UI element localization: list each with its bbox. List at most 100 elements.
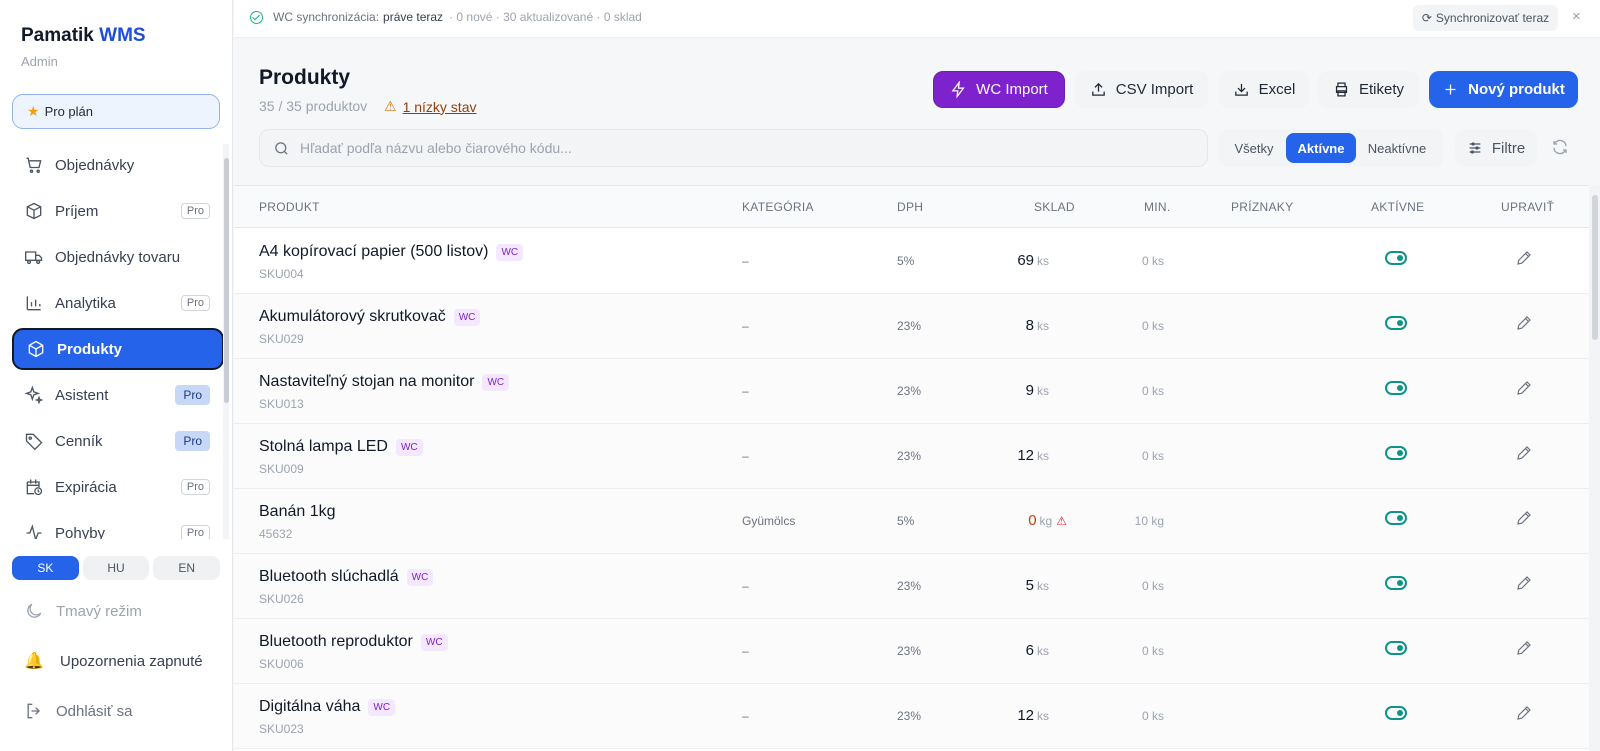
excel-export-button[interactable]: Excel	[1219, 71, 1309, 108]
refresh-button[interactable]	[1551, 138, 1571, 158]
labels-button[interactable]: Etikety	[1318, 71, 1419, 108]
plan-badge[interactable]: ★ Pro plán	[12, 94, 220, 129]
dark-mode-label: Tmavý režim	[56, 602, 142, 620]
table-scrollbar[interactable]	[1589, 185, 1600, 751]
close-icon[interactable]: ×	[1572, 8, 1581, 25]
search-icon	[275, 141, 288, 155]
sidebar-item-assistant[interactable]: Asistent Pro	[12, 374, 224, 416]
column-header-vat[interactable]: DPH	[897, 200, 923, 214]
product-sku: 45632	[259, 527, 293, 541]
app-name-part1: Pamatik	[21, 25, 94, 46]
sync-now-button[interactable]: ⟳ Synchronizovať teraz	[1413, 5, 1558, 31]
sidebar-scrollbar-thumb[interactable]	[224, 158, 229, 403]
sidebar-item-label: Analytika	[55, 294, 116, 312]
lang-en[interactable]: EN	[153, 556, 221, 580]
product-sku: SKU006	[259, 657, 304, 671]
edit-button[interactable]	[1515, 379, 1533, 397]
wc-import-button[interactable]: WC Import	[933, 71, 1065, 108]
logout-icon	[27, 703, 40, 719]
app-logo[interactable]: Pamatik WMS	[21, 25, 146, 47]
sidebar-item-orders[interactable]: Objednávky	[12, 144, 224, 186]
product-name: Banán 1kg	[259, 503, 336, 521]
sidebar-item-label: Príjem	[55, 202, 99, 220]
table-row[interactable]: A4 kopírovací papier (500 listov) WC SKU0…	[234, 229, 1589, 294]
table-row[interactable]: Nastaviteľný stojan na monitor WC SKU013 …	[234, 359, 1589, 424]
notifications-toggle[interactable]: 🔔 Upozornenia zapnuté	[24, 651, 203, 671]
tab-inactive[interactable]: Neaktívne	[1356, 133, 1438, 163]
low-stock-link[interactable]: ⚠ 1 nízky stav	[384, 98, 476, 115]
table-row[interactable]: Stolná lampa LED WC SKU009 – 23% 12 ks 0 k…	[234, 424, 1589, 489]
sync-stats: · 0 nové · 30 aktualizované · 0 sklad	[449, 10, 642, 24]
product-name-text: Digitálna váha	[259, 698, 361, 715]
sidebar-item-label: Produkty	[57, 340, 123, 358]
sidebar-item-products[interactable]: Produkty	[12, 328, 224, 370]
edit-button[interactable]	[1515, 509, 1533, 527]
refresh-icon	[1553, 139, 1567, 155]
column-header-stock[interactable]: SKLAD	[1034, 200, 1075, 214]
table-scrollbar-thumb[interactable]	[1592, 195, 1598, 340]
table-row[interactable]: Digitálna váha WC SKU023 – 23% 12 ks 0 ks	[234, 684, 1589, 749]
product-sku: SKU009	[259, 462, 304, 476]
pencil-icon	[1517, 251, 1531, 265]
refresh-icon: ⟳	[1421, 11, 1432, 25]
column-header-active: AKTÍVNE	[1371, 200, 1425, 214]
plan-label: Pro plán	[44, 104, 93, 119]
product-sku: SKU029	[259, 332, 304, 346]
column-header-min[interactable]: MIN.	[1144, 200, 1171, 214]
lang-sk[interactable]: SK	[12, 556, 79, 580]
table-row[interactable]: Akumulátorový skrutkovač WC SKU029 – 23% …	[234, 294, 1589, 359]
active-toggle[interactable]	[1385, 381, 1407, 395]
new-product-button[interactable]: Nový produkt	[1429, 71, 1578, 108]
logout-button[interactable]: Odhlásiť sa	[24, 701, 133, 721]
product-category: –	[742, 384, 749, 398]
sidebar-item-pricelist[interactable]: Cenník Pro	[12, 420, 224, 462]
product-category: –	[742, 319, 749, 333]
filters-button[interactable]: Filtre	[1455, 129, 1537, 167]
pencil-icon	[1517, 446, 1531, 460]
sidebar-item-movements[interactable]: Pohyby Pro	[12, 512, 224, 539]
sidebar-item-receiving[interactable]: Príjem Pro	[12, 190, 224, 232]
dark-mode-toggle[interactable]: Tmavý režim	[24, 601, 142, 621]
sidebar-item-analytics[interactable]: Analytika Pro	[12, 282, 224, 324]
column-header-product[interactable]: PRODUKT	[259, 200, 320, 214]
sidebar-item-purchase-orders[interactable]: Objednávky tovaru	[12, 236, 224, 278]
table-row[interactable]: Bluetooth slúchadlá WC SKU026 – 23% 5 ks 0…	[234, 554, 1589, 619]
active-toggle[interactable]	[1385, 251, 1407, 265]
cube-icon	[28, 340, 44, 358]
wc-badge: WC	[482, 373, 510, 391]
low-stock-warning-icon: ⚠	[1056, 514, 1067, 528]
edit-button[interactable]	[1515, 249, 1533, 267]
edit-button[interactable]	[1515, 314, 1533, 332]
active-toggle[interactable]	[1385, 641, 1407, 655]
column-header-category[interactable]: KATEGÓRIA	[742, 200, 814, 214]
sidebar-item-expiration[interactable]: Expirácia Pro	[12, 466, 224, 508]
active-toggle[interactable]	[1385, 316, 1407, 330]
active-toggle[interactable]	[1385, 706, 1407, 720]
pro-badge: Pro	[180, 525, 210, 539]
sidebar-nav: Objednávky Príjem Pro Objednávky tovaru …	[12, 144, 224, 539]
csv-import-button[interactable]: CSV Import	[1075, 71, 1208, 108]
tab-active[interactable]: Aktívne	[1286, 133, 1356, 163]
active-toggle[interactable]	[1385, 576, 1407, 590]
table-row[interactable]: Banán 1kg 45632 Gyümölcs 5% 0 kg ⚠ 10 kg	[234, 489, 1589, 554]
stock-value: 12	[1017, 447, 1034, 464]
product-count: 35 / 35 produktov	[259, 98, 368, 114]
pro-badge: Pro	[180, 203, 210, 219]
tag-icon	[25, 433, 43, 451]
product-category: Gyümölcs	[742, 514, 796, 528]
edit-button[interactable]	[1515, 639, 1533, 657]
active-toggle[interactable]	[1385, 446, 1407, 460]
product-stock: 0 kg ⚠	[1028, 512, 1067, 529]
product-vat: 23%	[897, 319, 922, 333]
search-input[interactable]	[300, 140, 1180, 156]
edit-button[interactable]	[1515, 704, 1533, 722]
edit-button[interactable]	[1515, 444, 1533, 462]
lang-hu[interactable]: HU	[82, 556, 150, 580]
active-toggle[interactable]	[1385, 511, 1407, 525]
pencil-icon	[1517, 576, 1531, 590]
product-min: 0 ks	[1141, 319, 1164, 333]
edit-button[interactable]	[1515, 574, 1533, 592]
table-row[interactable]: Bluetooth reproduktor WC SKU006 – 23% 6 ks…	[234, 619, 1589, 684]
tab-all[interactable]: Všetky	[1222, 133, 1286, 163]
sync-label: WC synchronizácia:	[273, 10, 380, 24]
